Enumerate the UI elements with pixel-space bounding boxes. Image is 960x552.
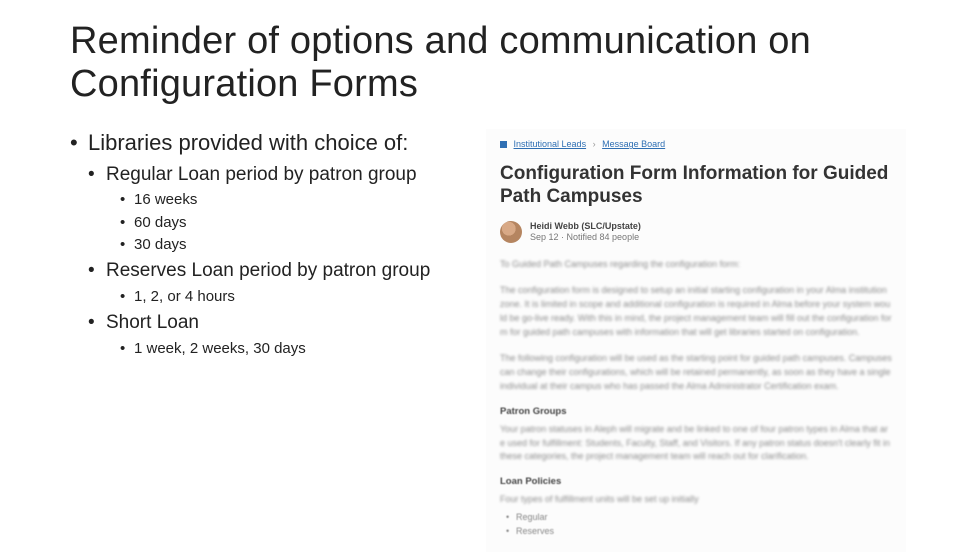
slide-body: Libraries provided with choice of: Regul… bbox=[70, 129, 920, 552]
list-item: Libraries provided with choice of: Regul… bbox=[70, 129, 462, 359]
panel-mini-list: Regular Reserves bbox=[506, 511, 892, 538]
panel-title: Configuration Form Information for Guide… bbox=[500, 163, 892, 209]
panel-subhead: Patron Groups bbox=[500, 406, 892, 417]
list-item: 60 days bbox=[120, 213, 462, 233]
breadcrumb: Institutional Leads › Message Board bbox=[500, 139, 892, 149]
bullet-column: Libraries provided with choice of: Regul… bbox=[70, 129, 462, 552]
list-item: 1, 2, or 4 hours bbox=[120, 287, 462, 307]
panel-paragraph: The configuration form is designed to se… bbox=[500, 284, 892, 340]
screenshot-panel: Institutional Leads › Message Board Conf… bbox=[486, 129, 906, 552]
list-item: 30 days bbox=[120, 235, 462, 255]
list-item: Reserves bbox=[506, 525, 892, 539]
list-item: Regular bbox=[506, 511, 892, 525]
panel-paragraph: Four types of fulfillment units will be … bbox=[500, 493, 892, 507]
panel-paragraph: To Guided Path Campuses regarding the co… bbox=[500, 258, 892, 272]
panel-subhead: Loan Policies bbox=[500, 476, 892, 487]
intro-text: Libraries provided with choice of: bbox=[88, 130, 408, 155]
crumb-link[interactable]: Message Board bbox=[602, 139, 665, 149]
slide-title: Reminder of options and communication on… bbox=[70, 20, 920, 105]
author-name: Heidi Webb (SLC/Upstate) bbox=[530, 221, 641, 233]
panel-paragraph: The following configuration will be used… bbox=[500, 352, 892, 394]
list-item: 16 weeks bbox=[120, 190, 462, 210]
list-item: Reserves Loan period by patron group 1, … bbox=[88, 259, 462, 307]
crumb-link[interactable]: Institutional Leads bbox=[514, 139, 587, 149]
panel-paragraph: Your patron statuses in Aleph will migra… bbox=[500, 423, 892, 465]
post-dateline: Sep 12 · Notified 84 people bbox=[530, 232, 639, 242]
list-item: Regular Loan period by patron group 16 w… bbox=[88, 163, 462, 256]
crumb-sep: › bbox=[593, 139, 596, 149]
list-item: 1 week, 2 weeks, 30 days bbox=[120, 339, 462, 359]
list-item: Short Loan 1 week, 2 weeks, 30 days bbox=[88, 311, 462, 359]
avatar bbox=[500, 221, 522, 243]
slide: Reminder of options and communication on… bbox=[0, 0, 960, 540]
crumb-icon bbox=[500, 141, 507, 148]
post-meta: Heidi Webb (SLC/Upstate) Sep 12 · Notifi… bbox=[500, 221, 892, 244]
